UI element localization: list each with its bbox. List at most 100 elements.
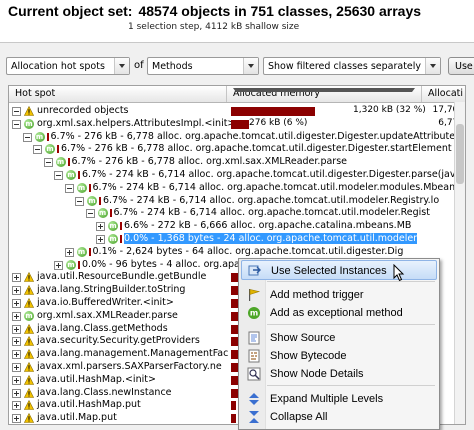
table-row[interactable]: m 0.1% - 2,624 bytes - 64 alloc. org.apac… xyxy=(9,246,465,258)
row-label: 6.7% - 276 kB - 6,778 alloc. org.apache.… xyxy=(50,130,461,142)
svg-text:m: m xyxy=(250,309,258,318)
memory-bar xyxy=(231,388,238,398)
row-label: 6.7% - 274 kB - 6,714 alloc. org.apache.… xyxy=(113,207,430,219)
expand-icon[interactable] xyxy=(12,337,21,347)
expand-icon[interactable] xyxy=(12,375,21,385)
table-header: Hot spot Allocated memory Allocati xyxy=(9,86,465,103)
method-icon: m xyxy=(108,221,118,232)
warning-icon xyxy=(23,272,35,283)
scrollbar-thumb[interactable] xyxy=(456,124,464,184)
row-label: org.xml.sax.XMLReader.parse xyxy=(37,309,178,321)
menu-item-show-node-details[interactable]: Show Node Details xyxy=(241,364,437,384)
row-label: java.lang.Class.newInstance xyxy=(37,386,172,398)
row-label: java.util.Map.put xyxy=(37,412,117,424)
expand-icon[interactable] xyxy=(12,324,21,334)
expand-icon[interactable] xyxy=(12,401,21,411)
collapse-icon[interactable] xyxy=(43,158,53,168)
column-header-label: Hot spot xyxy=(15,88,56,99)
percentage-marker xyxy=(67,158,70,167)
context-menu: Use Selected Instances Add method trigger… xyxy=(238,258,440,430)
table-row[interactable]: m 6.7% - 274 kB - 6,714 alloc. org.apache… xyxy=(9,169,465,181)
menu-separator xyxy=(267,324,435,325)
grouping-combo[interactable]: Methods xyxy=(147,57,259,75)
expand-icon[interactable] xyxy=(12,311,21,321)
column-header-count[interactable]: Allocati xyxy=(422,86,465,102)
menu-item-collapse-all[interactable]: Collapse All xyxy=(241,407,437,427)
expand-icon[interactable] xyxy=(54,260,63,270)
table-row[interactable]: m 6.7% - 274 kB - 6,714 alloc. org.apache… xyxy=(9,207,465,219)
menu-separator xyxy=(267,281,435,282)
menu-item-add-method-trigger[interactable]: Add method trigger xyxy=(241,285,437,305)
use-button-label: Use xyxy=(455,61,473,72)
collapse-icon[interactable] xyxy=(64,183,74,193)
method-icon: m xyxy=(34,131,45,142)
view-combo[interactable]: Allocation hot spots xyxy=(6,57,130,75)
menu-item-expand-multiple-levels[interactable]: Expand Multiple Levels xyxy=(241,389,437,409)
filter-combo[interactable]: Show filtered classes separately xyxy=(263,57,441,75)
memory-bar xyxy=(231,363,238,372)
expand-icon[interactable] xyxy=(12,286,21,296)
menu-item-add-as-exceptional-method[interactable]: m Add as exceptional method xyxy=(241,303,437,323)
table-row[interactable]: m 6.7% - 274 kB - 6,714 alloc. org.apache… xyxy=(9,182,465,194)
source-icon xyxy=(247,331,261,345)
column-header-memory[interactable]: Allocated memory xyxy=(227,86,422,102)
collapse-icon[interactable] xyxy=(75,196,84,206)
method-icon: m xyxy=(97,208,108,219)
of-label: of xyxy=(134,60,144,71)
column-header-hotspot[interactable]: Hot spot xyxy=(9,86,227,102)
warning-icon xyxy=(23,361,35,372)
memory-bar xyxy=(231,375,238,385)
method-icon: m xyxy=(247,306,261,320)
grouping-combo-value: Methods xyxy=(152,61,193,72)
memory-value: 276 kB (6 %) xyxy=(249,117,308,128)
table-row[interactable]: m 6.7% - 274 kB - 6,714 alloc. org.apache… xyxy=(9,195,465,207)
expand-icon[interactable] xyxy=(12,350,21,360)
flag-icon xyxy=(247,288,261,302)
menu-item-label: Show Source xyxy=(270,332,336,344)
warning-icon xyxy=(23,297,35,308)
menu-item-use-selected-instances[interactable]: Use Selected Instances xyxy=(241,260,437,280)
memory-bar xyxy=(231,414,237,424)
row-label: 6.6% - 272 kB - 6,666 alloc. org.apache.… xyxy=(124,220,412,232)
toolbar: Allocation hot spots of Methods Show fil… xyxy=(0,55,474,77)
percentage-marker xyxy=(120,235,122,243)
method-icon: m xyxy=(108,234,118,244)
title-label: Current object set: xyxy=(8,3,133,19)
row-label: unrecorded objects xyxy=(37,105,129,116)
table-row[interactable]: m 6.6% - 272 kB - 6,666 alloc. org.apache… xyxy=(9,220,465,232)
collapse-icon[interactable] xyxy=(85,209,95,219)
expand-icon[interactable] xyxy=(64,247,74,257)
menu-item-show-bytecode[interactable]: Show Bytecode xyxy=(241,346,437,366)
table-row[interactable]: m 6.7% - 276 kB - 6,778 alloc. org.apache… xyxy=(9,130,465,143)
row-label: 0.0% - 1,368 bytes - 24 alloc. org.apach… xyxy=(124,233,418,244)
method-icon: m xyxy=(76,182,87,193)
menu-item-show-source[interactable]: Show Source xyxy=(241,328,437,348)
collapse-icon[interactable] xyxy=(12,107,21,116)
warning-icon xyxy=(23,336,35,347)
collapse-icon[interactable] xyxy=(12,119,21,129)
header: Current object set: 48574 objects in 751 … xyxy=(0,0,474,43)
expand-icon[interactable] xyxy=(96,235,105,244)
table-row[interactable]: unrecorded objects 1,320 kB (32 %) 17,706 xyxy=(9,105,465,117)
collapse-icon[interactable] xyxy=(22,132,32,142)
warning-icon xyxy=(23,349,35,359)
collapse-icon[interactable] xyxy=(33,145,42,155)
expand-icon[interactable] xyxy=(12,414,21,424)
table-row[interactable]: m 0.0% - 1,368 bytes - 24 alloc. org.apac… xyxy=(9,233,465,245)
sort-descending-icon xyxy=(233,88,415,92)
expand-icon[interactable] xyxy=(12,273,21,283)
warning-icon xyxy=(23,387,35,398)
table-row[interactable]: m 6.7% - 276 kB - 6,778 alloc. org.apache… xyxy=(9,143,465,155)
collapse-icon[interactable] xyxy=(54,171,63,180)
chevron-down-icon xyxy=(243,58,258,74)
percentage-marker xyxy=(99,196,101,205)
expand-icon[interactable] xyxy=(12,363,21,372)
use-button[interactable]: Use xyxy=(448,57,474,75)
expand-icon[interactable] xyxy=(12,388,21,398)
vertical-scrollbar[interactable] xyxy=(454,102,465,424)
table-row[interactable]: m 6.7% - 276 kB - 6,778 alloc. org.xml.sa… xyxy=(9,156,465,168)
expand-icon[interactable] xyxy=(96,222,105,232)
table-row[interactable]: m org.xml.sax.helpers.AttributesImpl.<ini… xyxy=(9,117,465,130)
row-label: org.xml.sax.helpers.AttributesImpl.<init… xyxy=(37,117,236,129)
expand-icon[interactable] xyxy=(12,299,21,308)
